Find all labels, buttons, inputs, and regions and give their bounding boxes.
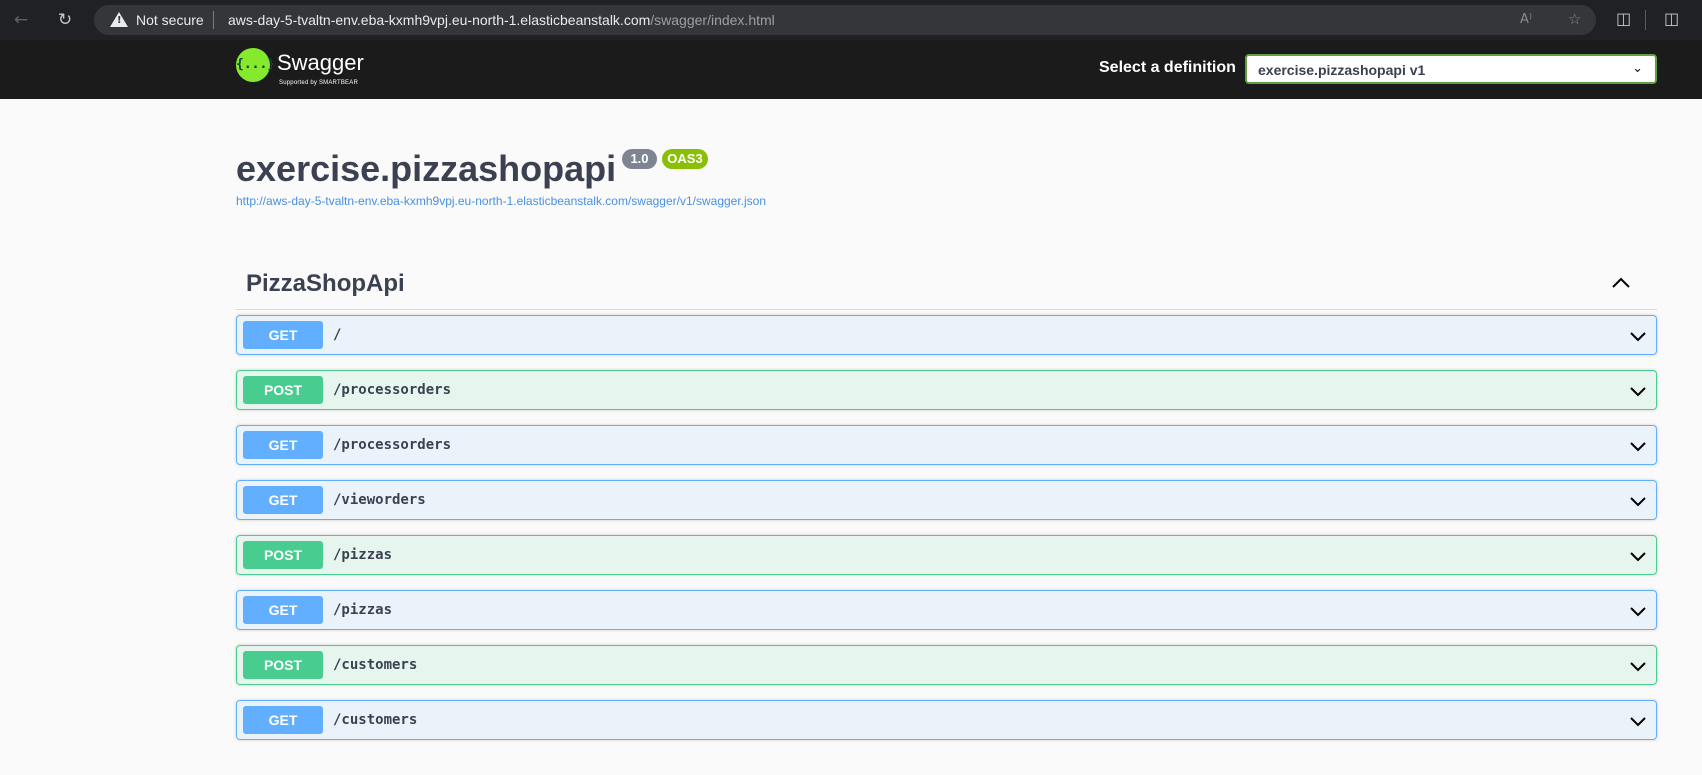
operation-path: /customers — [333, 657, 418, 673]
chevron-down-icon[interactable] — [1628, 381, 1648, 401]
tag-title[interactable]: PizzaShopApi — [246, 270, 405, 298]
version-badge: 1.0 — [622, 149, 657, 169]
swagger-logo-subtext: Supported by SMARTBEAR — [279, 80, 358, 86]
method-badge: POST — [243, 651, 323, 679]
method-badge: GET — [243, 596, 323, 624]
chevron-down-icon[interactable] — [1628, 601, 1648, 621]
operation-path: /vieworders — [333, 492, 426, 508]
method-badge: GET — [243, 321, 323, 349]
definition-label: Select a definition — [1099, 59, 1236, 76]
url-host: aws-day-5-tvaltn-env.eba-kxmh9vpj.eu-nor… — [228, 12, 651, 28]
spec-url-link[interactable]: http://aws-day-5-tvaltn-env.eba-kxmh9vpj… — [236, 194, 766, 208]
definition-select[interactable]: exercise.pizzashopapi v1 ⌄ — [1245, 54, 1657, 84]
method-badge: GET — [243, 706, 323, 734]
split-screen-icon[interactable]: ◫ — [1664, 9, 1679, 28]
oas-badge: OAS3 — [662, 149, 708, 169]
operation-path: /processorders — [333, 382, 452, 398]
swagger-logo-text[interactable]: Swagger — [277, 50, 364, 76]
operation-get-processorders[interactable]: GET /processorders — [236, 425, 1657, 465]
operation-get-vieworders[interactable]: GET /vieworders — [236, 480, 1657, 520]
method-badge: GET — [243, 486, 323, 514]
warning-icon — [110, 12, 128, 27]
chevron-down-icon[interactable] — [1628, 656, 1648, 676]
browser-toolbar: ← ↻ Not secure aws-day-5-tvaltn-env.eba-… — [0, 0, 1702, 40]
read-aloud-icon[interactable]: A⁾ — [1520, 12, 1532, 27]
operation-get-pizzas[interactable]: GET /pizzas — [236, 590, 1657, 630]
extensions-icon[interactable]: ◫ — [1616, 9, 1631, 28]
api-title: exercise.pizzashopapi — [236, 148, 617, 189]
chevron-down-icon[interactable] — [1628, 546, 1648, 566]
operation-get-customers[interactable]: GET /customers — [236, 700, 1657, 740]
favorite-star-icon[interactable]: ☆ — [1568, 10, 1581, 28]
operation-path: /processorders — [333, 437, 452, 453]
operation-path: / — [333, 327, 342, 343]
chevron-down-icon: ⌄ — [1632, 61, 1643, 76]
method-badge: GET — [243, 431, 323, 459]
back-icon[interactable]: ← — [8, 8, 34, 32]
definition-selected-value: exercise.pizzashopapi v1 — [1258, 62, 1426, 78]
operation-post-customers[interactable]: POST /customers — [236, 645, 1657, 685]
operation-path: /pizzas — [333, 602, 393, 618]
operation-path: /customers — [333, 712, 418, 728]
swagger-topbar: {...} Swagger Supported by SMARTBEAR Sel… — [0, 40, 1702, 99]
swagger-logo-icon[interactable]: {...} — [236, 48, 275, 82]
url-path: /swagger/index.html — [650, 12, 775, 28]
toolbar-divider — [1645, 10, 1646, 30]
operation-post-processorders[interactable]: POST /processorders — [236, 370, 1657, 410]
chevron-down-icon[interactable] — [1628, 711, 1648, 731]
method-badge: POST — [243, 541, 323, 569]
reload-icon[interactable]: ↻ — [52, 8, 78, 32]
chevron-down-icon[interactable] — [1628, 491, 1648, 511]
operation-post-pizzas[interactable]: POST /pizzas — [236, 535, 1657, 575]
operation-get-root[interactable]: GET / — [236, 315, 1657, 355]
operation-path: /pizzas — [333, 547, 393, 563]
url-text[interactable]: aws-day-5-tvaltn-env.eba-kxmh9vpj.eu-nor… — [228, 12, 775, 28]
chevron-up-icon[interactable] — [1608, 270, 1634, 296]
security-label[interactable]: Not secure — [136, 12, 204, 28]
address-divider — [213, 11, 214, 29]
address-bar[interactable]: Not secure aws-day-5-tvaltn-env.eba-kxmh… — [94, 5, 1596, 35]
chevron-down-icon[interactable] — [1628, 436, 1648, 456]
tag-divider — [236, 309, 1657, 310]
method-badge: POST — [243, 376, 323, 404]
chevron-down-icon[interactable] — [1628, 326, 1648, 346]
